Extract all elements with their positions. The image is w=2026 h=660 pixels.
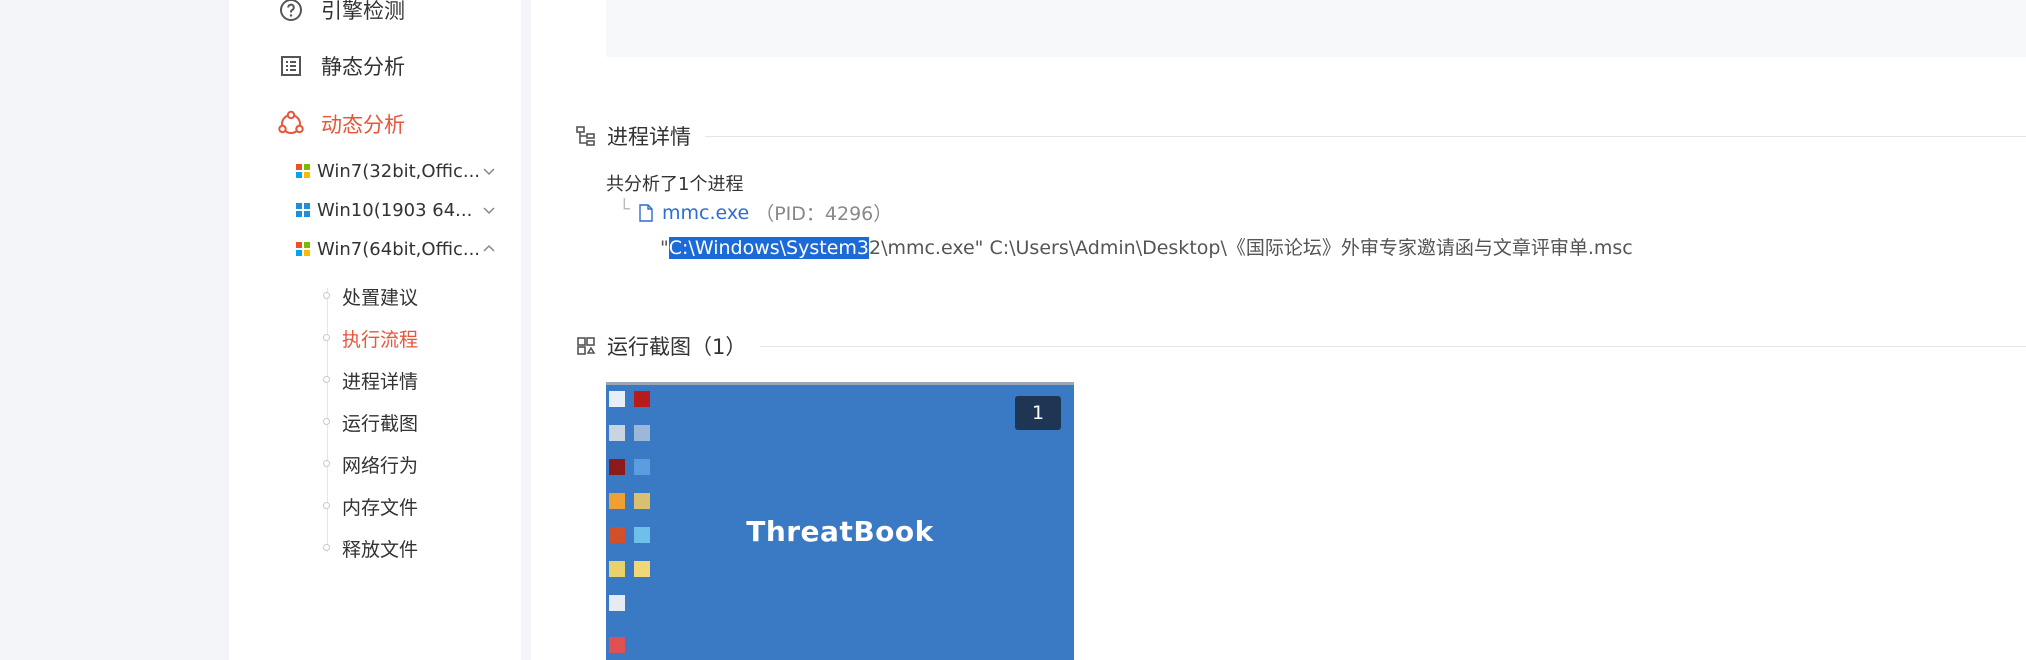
subnav-dot [323, 334, 330, 341]
file-icon [638, 203, 654, 222]
env-label: Win10(1903 64... [317, 199, 473, 221]
windows-logo-icon [295, 163, 311, 179]
env-win7-64bit[interactable]: Win7(64bit,Offic... [295, 236, 497, 262]
screenshot-index-badge: 1 [1015, 396, 1061, 430]
desktop-folder-icon [609, 561, 625, 577]
subnav-dot [323, 292, 330, 299]
main-content: 进程详情 共分析了1个进程 └ mmc.exe （PID：4296） "C:\W… [531, 0, 2026, 660]
subnav-memory-files[interactable]: 内存文件 [342, 493, 418, 519]
desktop-recycle-bin-icon [609, 425, 625, 441]
section-title: 运行截图（1） [607, 335, 747, 359]
previous-section-panel [606, 0, 2026, 57]
image-gallery-icon [576, 336, 596, 356]
process-command-line[interactable]: "C:\Windows\System32\mmc.exe" C:\Users\A… [660, 233, 1633, 260]
nav-dynamic-analysis[interactable]: 动态分析 [277, 108, 405, 140]
subnav-label: 网络行为 [342, 454, 419, 477]
desktop-shortcut-icon [634, 527, 650, 543]
chevron-down-icon [481, 202, 497, 218]
subnav-label: 进程详情 [342, 370, 419, 393]
env-win7-32bit[interactable]: Win7(32bit,Offic... [295, 158, 497, 184]
desktop-app-icon [634, 493, 650, 509]
desktop-brand-text: ThreatBook [746, 515, 934, 548]
nav-label: 动态分析 [321, 113, 405, 137]
cmd-prefix: " [660, 237, 669, 259]
subnav-handling-advice[interactable]: 处置建议 [342, 283, 418, 309]
subnav-label: 运行截图 [342, 412, 419, 435]
subnav-process-details[interactable]: 进程详情 [342, 367, 418, 393]
subnav-dot [323, 418, 330, 425]
subnav-label: 内存文件 [342, 496, 419, 519]
nav-label: 引擎检测 [321, 0, 405, 23]
section-title: 进程详情 [607, 125, 691, 149]
desktop-folder-icon [634, 561, 650, 577]
cmd-rest: 2\mmc.exe" C:\Users\Admin\Desktop\《国际论坛》… [868, 237, 1633, 259]
chevron-down-icon [481, 163, 497, 179]
subnav-network-behavior[interactable]: 网络行为 [342, 451, 418, 477]
desktop-network-icon [634, 425, 650, 441]
tree-branch-connector: └ [619, 199, 630, 220]
screenshots-header: 运行截图（1） [576, 331, 2026, 361]
nav-static-analysis[interactable]: 静态分析 [277, 50, 405, 82]
desktop-acrobat-icon [609, 459, 625, 475]
cmd-selected-text: C:\Windows\System3 [668, 237, 869, 259]
process-count-text: 共分析了1个进程 [606, 174, 744, 195]
subnav-label: 处置建议 [342, 286, 419, 309]
subnav-screenshots[interactable]: 运行截图 [342, 409, 418, 435]
desktop-firefox-icon [609, 527, 625, 543]
section-divider [760, 345, 2026, 347]
env-win10-1903[interactable]: Win10(1903 64... [295, 197, 497, 223]
process-details-header: 进程详情 [576, 121, 2026, 151]
process-pid: （PID：4296） [755, 203, 893, 225]
tree-structure-icon [576, 126, 596, 146]
sidebar: 引擎检测 静态分析 动态分析 Win7(32bit,Offic... Win10… [229, 0, 521, 660]
desktop-file-icon [609, 637, 625, 653]
subnav-dropped-files[interactable]: 释放文件 [342, 535, 418, 561]
subnav-dot [323, 544, 330, 551]
subnav-label: 执行流程 [342, 328, 419, 351]
list-icon [277, 52, 305, 80]
desktop-computer-icon [609, 391, 625, 407]
runtime-screenshot-thumbnail[interactable]: 1 ThreatBook [606, 382, 1074, 660]
process-name-link[interactable]: mmc.exe [662, 202, 749, 224]
env-label: Win7(32bit,Offic... [317, 160, 481, 182]
desktop-ie-icon [634, 459, 650, 475]
subnav-execution-flow[interactable]: 执行流程 [342, 325, 418, 351]
env-label: Win7(64bit,Offic... [317, 238, 481, 260]
nav-engine-detection[interactable]: 引擎检测 [277, 0, 405, 26]
subnav-label: 释放文件 [342, 538, 419, 561]
process-row: mmc.exe （PID：4296） [638, 199, 892, 226]
subnav-dot [323, 460, 330, 467]
section-divider [705, 135, 2026, 137]
desktop-chrome-icon [609, 493, 625, 509]
chevron-up-icon [481, 241, 497, 257]
share-nodes-icon [277, 110, 305, 138]
desktop-pdf-icon [634, 391, 650, 407]
subnav-dot [323, 502, 330, 509]
subnav-dot [323, 376, 330, 383]
desktop-document-icon [609, 595, 625, 611]
question-circle-icon [277, 0, 305, 24]
nav-label: 静态分析 [321, 55, 405, 79]
windows-logo-icon [295, 241, 311, 257]
windows10-logo-icon [295, 202, 311, 218]
